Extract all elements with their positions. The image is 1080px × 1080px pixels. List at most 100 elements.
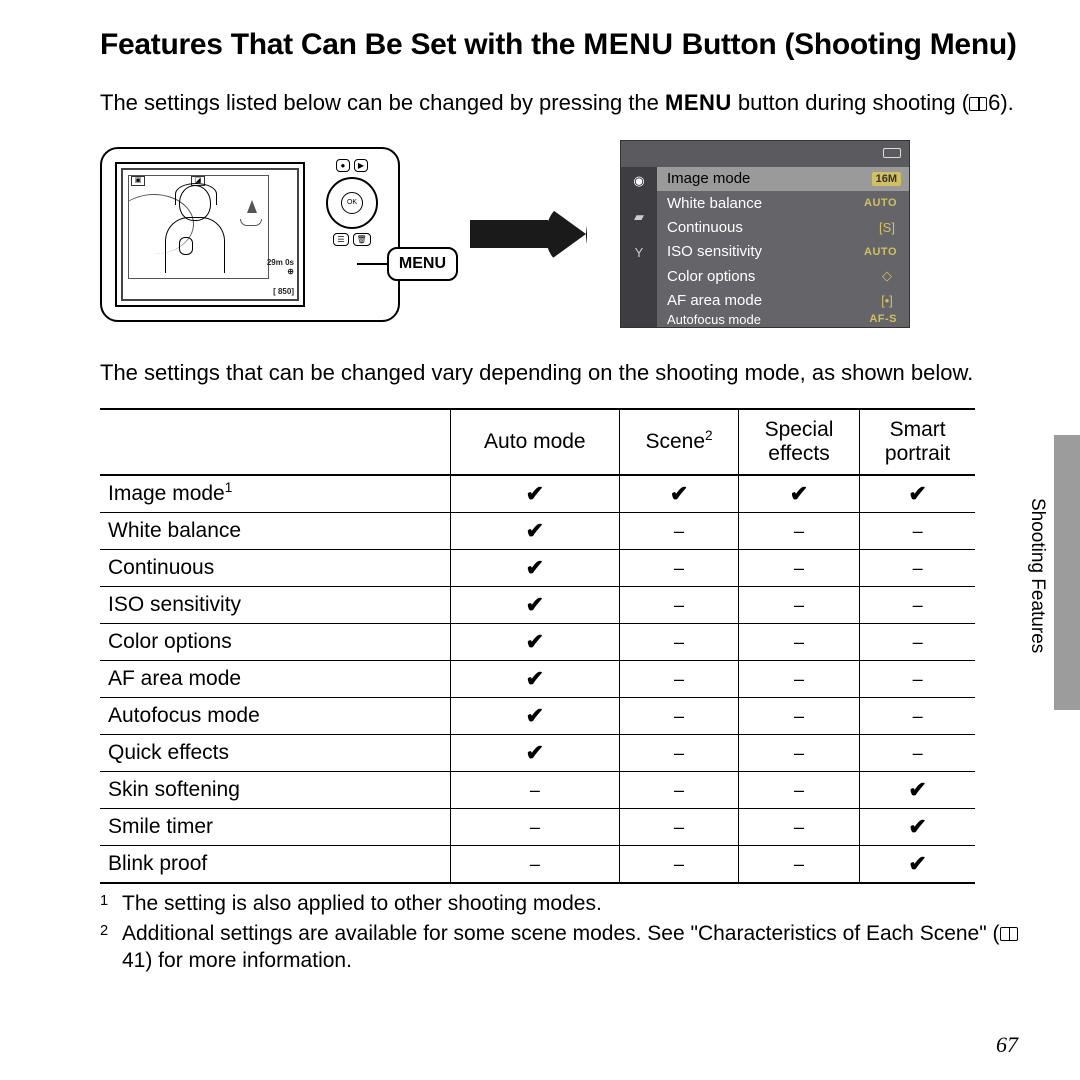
settings-table: Auto modeScene2SpecialeffectsSmartportra…	[100, 408, 975, 884]
table-cell: –	[620, 587, 739, 624]
dash-icon: –	[674, 743, 684, 763]
camera-illustration: ▣◪ 29m 0s⊕ [ 850] ●▶ ☰🗑 MENU	[100, 147, 400, 322]
menu-row-label: Image mode	[667, 170, 750, 187]
dash-icon: –	[530, 854, 540, 874]
check-icon: ✔	[526, 592, 544, 617]
dash-icon: –	[913, 669, 923, 689]
side-tab	[1054, 435, 1080, 710]
menu-row-value: [•]	[873, 292, 901, 309]
table-row: Blink proof–––✔	[100, 846, 975, 884]
table-row: White balance✔–––	[100, 513, 975, 550]
check-icon: ✔	[526, 666, 544, 691]
menu-row: AF area mode [•]	[657, 288, 909, 312]
dash-icon: –	[913, 706, 923, 726]
row-label: Continuous	[100, 550, 450, 587]
table-cell: –	[738, 513, 859, 550]
row-label: Autofocus mode	[100, 698, 450, 735]
check-icon: ✔	[526, 703, 544, 728]
table-cell: ✔	[450, 587, 620, 624]
camera-tab-icon: ◉	[630, 173, 648, 191]
book-icon	[969, 97, 987, 111]
table-row: Quick effects✔–––	[100, 735, 975, 772]
dash-icon: –	[913, 595, 923, 615]
table-cell: –	[860, 550, 975, 587]
table-cell: –	[450, 809, 620, 846]
page-title: Features That Can Be Set with the MENU B…	[100, 28, 1020, 62]
table-cell: –	[738, 809, 859, 846]
check-icon: ✔	[908, 481, 926, 506]
table-cell: –	[620, 772, 739, 809]
menu-row-value: AUTO	[860, 245, 901, 259]
screen-info: 29m 0s⊕	[267, 259, 294, 277]
table-row: AF area mode✔–––	[100, 661, 975, 698]
intro-paragraph: The settings listed below can be changed…	[100, 88, 1020, 118]
dash-icon: –	[794, 817, 804, 837]
arrow-icon	[470, 205, 590, 263]
table-row: Continuous✔–––	[100, 550, 975, 587]
table-cell: –	[738, 735, 859, 772]
table-cell: –	[738, 587, 859, 624]
row-label: ISO sensitivity	[100, 587, 450, 624]
dash-icon: –	[674, 817, 684, 837]
row-label: Image mode1	[100, 475, 450, 513]
menu-row-label: AF area mode	[667, 292, 762, 309]
screen-info-2: [ 850]	[273, 287, 294, 296]
table-cell: –	[860, 624, 975, 661]
table-cell: –	[860, 698, 975, 735]
table-cell: ✔	[738, 475, 859, 513]
menu-row: Color options ◇	[657, 264, 909, 288]
table-cell: –	[620, 661, 739, 698]
menu-screenshot: ◉ ▰ Y Image mode16MWhite balanceAUTOCont…	[620, 140, 910, 329]
table-cell: –	[620, 735, 739, 772]
menu-tabs: ◉ ▰ Y	[621, 167, 657, 328]
table-row: ISO sensitivity ✔ – – –	[100, 587, 975, 624]
menu-row: Autofocus modeAF-S	[657, 312, 909, 327]
page-number: 67	[996, 1032, 1018, 1058]
illustration-row: ▣◪ 29m 0s⊕ [ 850] ●▶ ☰🗑 MENU	[100, 140, 1020, 329]
title-post: Button (Shooting Menu)	[674, 28, 1017, 61]
dash-icon: –	[913, 743, 923, 763]
menu-row: Continuous[S]	[657, 215, 909, 239]
dash-icon: –	[913, 558, 923, 578]
intro-menu-word: MENU	[665, 90, 732, 115]
book-icon	[1000, 927, 1018, 941]
dash-icon: –	[794, 854, 804, 874]
table-cell: ✔	[450, 698, 620, 735]
check-icon: ✔	[526, 518, 544, 543]
table-cell: –	[738, 772, 859, 809]
menu-row-value: ◇	[873, 267, 901, 285]
dash-icon: –	[674, 669, 684, 689]
menu-row-label: Autofocus mode	[667, 312, 761, 327]
battery-icon	[883, 148, 901, 158]
check-icon: ✔	[908, 851, 926, 876]
table-cell: –	[860, 735, 975, 772]
menu-callout: MENU	[357, 247, 458, 281]
menu-row-label: Continuous	[667, 219, 743, 236]
check-icon: ✔	[526, 555, 544, 580]
row-label: Color options	[100, 624, 450, 661]
movie-tab-icon: ▰	[630, 209, 648, 227]
setup-tab-icon: Y	[630, 245, 648, 263]
intro-pre: The settings listed below can be changed…	[100, 90, 665, 115]
table-cell: ✔	[860, 475, 975, 513]
table-cell: ✔	[450, 624, 620, 661]
dpad	[326, 177, 378, 229]
table-cell: –	[620, 624, 739, 661]
table-row: Skin softening–––✔	[100, 772, 975, 809]
title-menu-word: MENU	[583, 28, 673, 61]
table-cell: –	[620, 846, 739, 884]
row-label: White balance	[100, 513, 450, 550]
dash-icon: –	[794, 743, 804, 763]
menu-row: White balanceAUTO	[657, 191, 909, 215]
footnote-num: 1	[100, 890, 112, 917]
dash-icon: –	[913, 521, 923, 541]
footnote-num: 2	[100, 920, 112, 975]
menu-row-label: Color options	[667, 268, 755, 285]
column-header: Specialeffects	[738, 409, 859, 475]
table-cell: –	[620, 809, 739, 846]
row-label: Skin softening	[100, 772, 450, 809]
table-cell: ✔	[450, 550, 620, 587]
section-label: Shooting Features	[1026, 498, 1048, 653]
dash-icon: –	[674, 780, 684, 800]
dash-icon: –	[674, 595, 684, 615]
